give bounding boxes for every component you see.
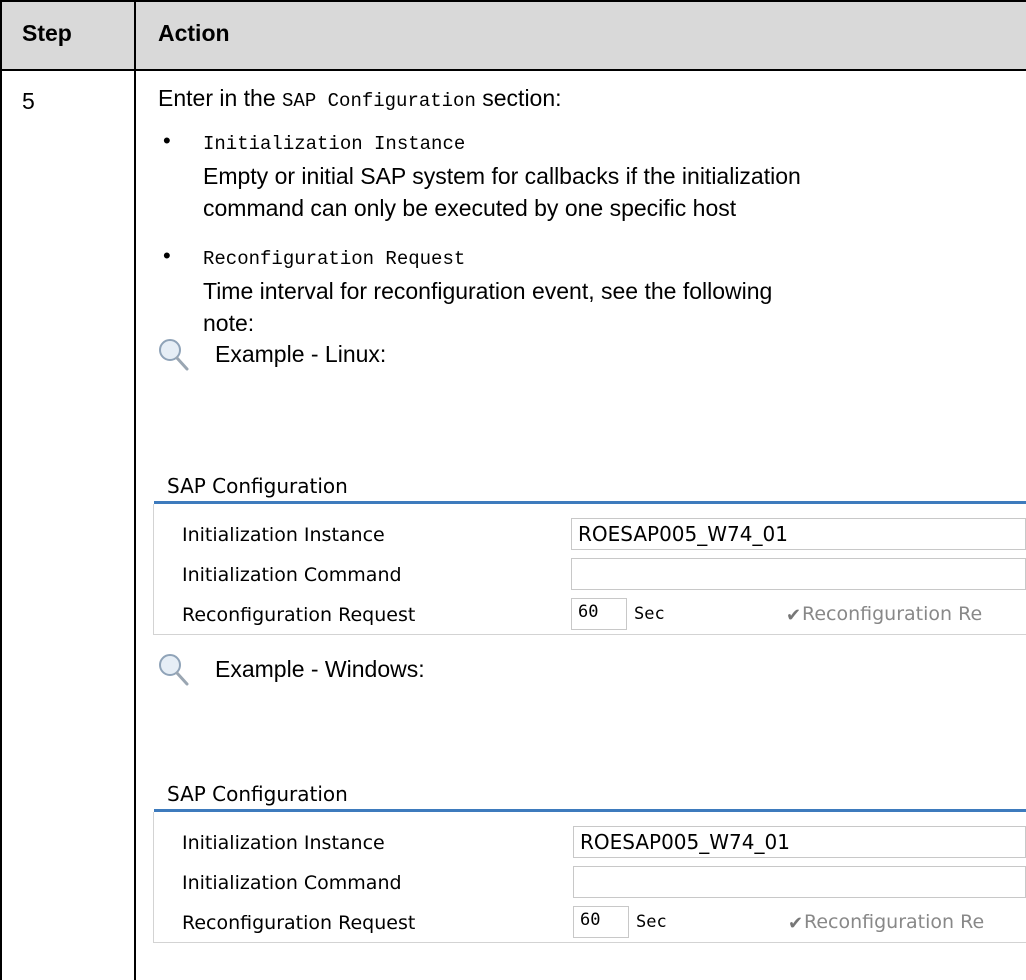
magnifier-icon: [159, 654, 189, 686]
reconfig-checkbox[interactable]: ✔Reconfiguration Re: [788, 911, 984, 933]
init-command-label: Initialization Command: [182, 564, 402, 586]
bullet-1-code: Initialization Instance: [203, 133, 466, 155]
intro-prefix: Enter in the: [158, 85, 283, 111]
reconfig-checkbox[interactable]: ✔Reconfiguration Re: [786, 603, 982, 625]
reconfig-interval-field[interactable]: 60: [571, 598, 627, 630]
check-icon: ✔: [788, 913, 804, 934]
header-step: Step: [22, 20, 72, 46]
reconfig-interval-field[interactable]: 60: [573, 906, 629, 938]
table-header-row: [0, 0, 1026, 70]
init-command-field[interactable]: [573, 866, 1026, 898]
init-instance-label: Initialization Instance: [182, 832, 385, 854]
example-windows-label: Example - Windows:: [215, 656, 425, 682]
sap-config-panel-linux: SAP Configuration Initialization Instanc…: [146, 467, 1026, 639]
step-number: 5: [22, 88, 35, 114]
init-command-field[interactable]: [571, 558, 1026, 590]
init-instance-label: Initialization Instance: [182, 524, 385, 546]
intro-suffix: section:: [475, 85, 562, 111]
example-linux-label: Example - Linux:: [215, 341, 387, 367]
table-border-left: [0, 0, 2, 980]
seconds-unit-label: Sec: [634, 604, 665, 624]
init-instance-field[interactable]: ROESAP005_W74_01: [571, 518, 1026, 550]
table-border-top: [0, 0, 1026, 2]
header-action: Action: [158, 20, 230, 46]
intro-code: SAP Configuration: [282, 90, 476, 112]
reconfig-request-label: Reconfiguration Request: [182, 912, 416, 934]
reconfig-checkbox-label: Reconfiguration Re: [804, 911, 985, 933]
table-border-divider: [134, 0, 136, 980]
sap-config-title: SAP Configuration: [167, 782, 348, 806]
step-table: Step Action 5 Enter in the SAP Configura…: [0, 0, 1026, 980]
bullet-2-line-2: note:: [203, 310, 255, 336]
magnifier-icon: [159, 339, 189, 371]
seconds-unit-label: Sec: [636, 912, 667, 932]
sap-config-title: SAP Configuration: [167, 474, 348, 498]
reconfig-checkbox-label: Reconfiguration Re: [802, 603, 983, 625]
bullet-2-code: Reconfiguration Request: [203, 248, 466, 270]
bullet-dot: •: [163, 128, 171, 153]
init-instance-field[interactable]: ROESAP005_W74_01: [573, 826, 1026, 858]
bullet-1-line-2: command can only be executed by one spec…: [203, 195, 737, 221]
bullet-dot: •: [163, 243, 171, 268]
table-border-header: [0, 69, 1026, 71]
sap-config-panel-windows: SAP Configuration Initialization Instanc…: [146, 775, 1026, 947]
bullet-1-line-1: Empty or initial SAP system for callback…: [203, 163, 801, 189]
init-command-label: Initialization Command: [182, 872, 402, 894]
check-icon: ✔: [786, 605, 802, 626]
reconfig-request-label: Reconfiguration Request: [182, 604, 416, 626]
intro-line: Enter in the SAP Configuration section:: [158, 82, 562, 117]
bullet-2-line-1: Time interval for reconfiguration event,…: [203, 278, 773, 304]
